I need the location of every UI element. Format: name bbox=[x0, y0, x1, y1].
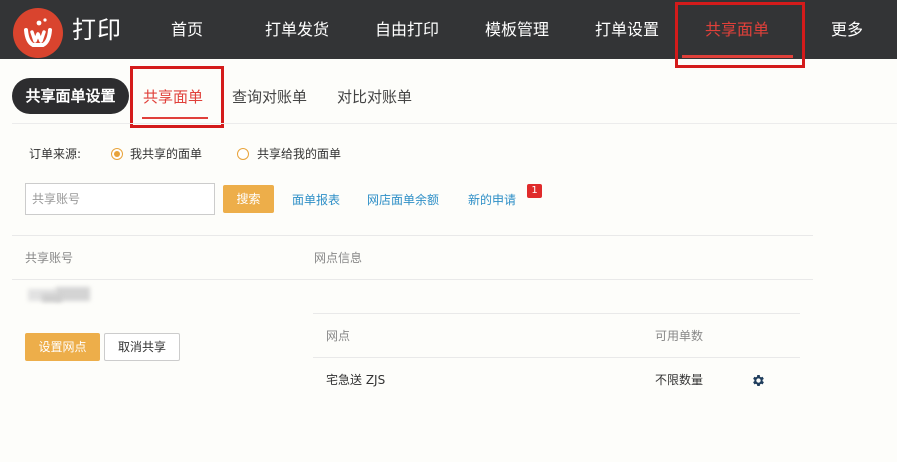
column-header-account: 共享账号 bbox=[25, 251, 74, 265]
tab-shared-waybill[interactable]: 共享面单 bbox=[143, 86, 203, 108]
divider bbox=[12, 123, 897, 124]
nav-item-print-settings[interactable]: 打单设置 bbox=[595, 0, 659, 59]
radio-my-shared[interactable] bbox=[111, 148, 123, 160]
column-header-site-info: 网点信息 bbox=[314, 251, 363, 265]
radio-shared-to-me-label[interactable]: 共享给我的面单 bbox=[257, 144, 341, 164]
gear-icon[interactable] bbox=[751, 373, 766, 388]
search-button[interactable]: 搜索 bbox=[223, 185, 274, 213]
top-nav: 打印 首页 打单发货 自由打印 模板管理 打单设置 共享面单 更多 bbox=[0, 0, 897, 59]
nav-item-home[interactable]: 首页 bbox=[171, 0, 203, 59]
nav-item-print-ship[interactable]: 打单发货 bbox=[265, 0, 329, 59]
set-site-button[interactable]: 设置网点 bbox=[25, 333, 100, 361]
cancel-share-button[interactable]: 取消共享 bbox=[104, 333, 180, 361]
inner-table-top-border bbox=[313, 313, 800, 314]
logo-icon[interactable] bbox=[13, 8, 63, 58]
site-name-cell: 宅急送 ZJS bbox=[326, 373, 386, 387]
nav-active-indicator bbox=[682, 55, 793, 58]
nav-item-templates[interactable]: 模板管理 bbox=[485, 0, 549, 59]
radio-my-shared-label[interactable]: 我共享的面单 bbox=[130, 144, 202, 164]
nav-item-more[interactable]: 更多 bbox=[831, 0, 863, 59]
logo-text: 打印 bbox=[72, 16, 122, 44]
nav-item-shared-waybill[interactable]: 共享面单 bbox=[705, 0, 769, 59]
table-header-border bbox=[12, 279, 813, 280]
account-name-blurred bbox=[22, 286, 92, 304]
order-source-label: 订单来源: bbox=[29, 147, 82, 161]
waybill-report-link[interactable]: 面单报表 bbox=[292, 190, 340, 210]
column-header-site: 网点 bbox=[326, 329, 351, 343]
new-application-badge: 1 bbox=[527, 184, 542, 198]
store-balance-link[interactable]: 网店面单余额 bbox=[367, 190, 439, 210]
tab-compare-statement[interactable]: 对比对账单 bbox=[337, 86, 412, 108]
column-header-available: 可用单数 bbox=[655, 329, 704, 343]
section-title: 共享面单设置 bbox=[12, 78, 129, 114]
available-count-cell: 不限数量 bbox=[655, 373, 704, 387]
new-application-link[interactable]: 新的申请 bbox=[468, 190, 516, 210]
inner-table-header-border bbox=[313, 357, 800, 358]
search-input[interactable] bbox=[25, 183, 215, 215]
nav-item-free-print[interactable]: 自由打印 bbox=[375, 0, 439, 59]
table-top-border bbox=[12, 235, 813, 236]
tab-query-statement[interactable]: 查询对账单 bbox=[232, 86, 307, 108]
tab-active-indicator bbox=[142, 117, 208, 119]
radio-shared-to-me[interactable] bbox=[237, 148, 249, 160]
